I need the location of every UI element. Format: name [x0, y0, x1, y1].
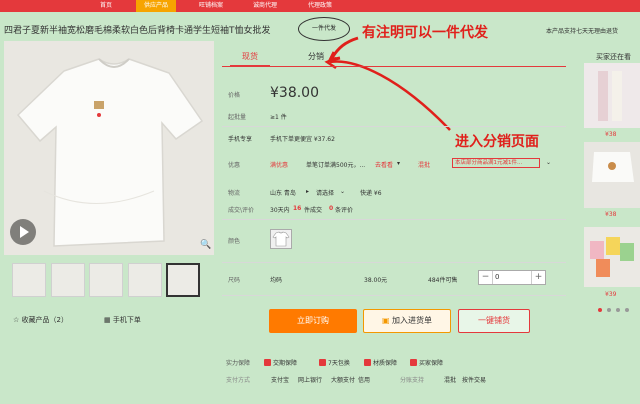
price-label: 价格	[228, 92, 241, 99]
color-label: 颜色	[228, 238, 241, 245]
shirt-image	[584, 142, 640, 208]
shirt-image	[584, 227, 640, 287]
mobile-order-label: 手机下单	[112, 316, 141, 324]
guarantee-text: 交期保障	[273, 360, 298, 367]
color-option-white[interactable]	[270, 229, 292, 249]
deals-days: 30天内	[270, 207, 290, 214]
recommend-title: 买家还在看	[596, 53, 631, 61]
promo-tag: 满优惠	[270, 162, 289, 169]
buy-now-button[interactable]: 立即订购	[269, 309, 357, 333]
favorite-button[interactable]: ☆ 收藏产品（2）	[13, 315, 68, 325]
carousel-dot[interactable]	[616, 308, 620, 312]
mobile-exclusive-text: 手机下单更便宜 ¥37.62	[270, 136, 335, 143]
price-value: ¥38.00	[270, 85, 319, 101]
guarantee-text: 材质保障	[373, 360, 398, 367]
recommend-item-3[interactable]	[584, 227, 640, 287]
logistics-label: 物流	[228, 190, 241, 197]
moq-value: ≥1 件	[270, 114, 287, 121]
divider	[222, 219, 566, 220]
mix-batch-tag: 混批	[418, 162, 431, 169]
add-to-cart-button[interactable]: ▣ 加入进货单	[363, 309, 451, 333]
badge-icon	[319, 359, 326, 366]
pay-alipay: 支付宝	[271, 377, 290, 384]
mobile-exclusive-label: 手机专享	[228, 136, 253, 143]
logistics-destination-select[interactable]: 请选择	[316, 188, 334, 197]
guarantee-text: 买家保障	[419, 360, 444, 367]
deals-unit: 件成交	[304, 207, 323, 214]
guarantee-material[interactable]: 材质保障	[364, 358, 397, 367]
carousel-dot[interactable]	[625, 308, 629, 312]
badge-icon	[364, 359, 371, 366]
cart-icon: ▣	[381, 316, 393, 325]
divider	[222, 126, 566, 127]
payment-label: 支付方式	[226, 377, 251, 384]
size-name: 均码	[270, 277, 283, 284]
logistics-from: 山东 青岛	[270, 190, 296, 197]
chevron-down-icon: ▾	[397, 160, 401, 167]
zoom-icon[interactable]: 🔍	[200, 240, 211, 250]
promo-more-link[interactable]: 去看看	[375, 160, 393, 169]
thumbnail-4[interactable]	[128, 263, 162, 297]
recommend-price-3: ¥39	[605, 291, 617, 298]
size-stock: 484件可售	[428, 277, 458, 284]
tshirt-swatch-icon	[272, 231, 290, 247]
reviews-unit: 条评价	[335, 207, 354, 214]
carousel-dot[interactable]	[598, 308, 602, 312]
video-play-button[interactable]	[10, 219, 36, 245]
guarantee-label: 实力保障	[226, 360, 251, 367]
favorite-label: 收藏产品（2）	[21, 316, 68, 324]
mix-batch: 混批	[444, 377, 457, 384]
thumbnail-5[interactable]	[166, 263, 200, 297]
reviews-count[interactable]: 0	[329, 205, 333, 212]
mobile-order-button[interactable]: ▦ 手机下单	[104, 315, 141, 325]
recommend-price-1: ¥38	[605, 131, 617, 138]
promo-desc: 单笔订单满500元，...	[306, 162, 366, 169]
deals-count: 16	[293, 205, 302, 212]
qr-icon: ▦	[104, 316, 113, 324]
tab-bar: 现货 分销	[222, 47, 566, 67]
recommend-item-2[interactable]	[584, 142, 640, 208]
pay-credit: 信用	[358, 377, 371, 384]
thumbnail-3[interactable]	[89, 263, 123, 297]
logistics-express: 快递 ¥6	[360, 190, 382, 197]
increase-button[interactable]: +	[531, 271, 545, 284]
moq-label: 起批量	[228, 114, 247, 121]
size-price: 38.00元	[364, 277, 388, 284]
add-to-cart-label: 加入进货单	[392, 316, 433, 325]
thumbnail-2[interactable]	[51, 263, 85, 297]
badge-icon	[264, 359, 271, 366]
guarantee-text: 7天包换	[328, 360, 350, 367]
guarantee-buyer[interactable]: 买家保障	[410, 358, 443, 367]
shirt-image	[584, 63, 640, 128]
pay-bank: 网上银行	[298, 377, 323, 384]
decrease-button[interactable]: −	[479, 271, 493, 284]
guarantee-exchange[interactable]: 7天包换	[319, 358, 350, 367]
tab-spot[interactable]: 现货	[230, 51, 270, 67]
quantity-stepper: − 0 +	[478, 270, 546, 285]
batch-by-piece: 按件交易	[462, 377, 487, 384]
recommend-item-1[interactable]	[584, 63, 640, 128]
quantity-input[interactable]: 0	[495, 273, 499, 281]
carousel-dot[interactable]	[607, 308, 611, 312]
star-icon: ☆	[13, 316, 22, 324]
arrow-right-icon: ▸	[306, 188, 310, 195]
divider	[222, 262, 566, 263]
coupon-box[interactable]: 本店部分商品满1元减1件...	[452, 158, 540, 168]
guarantee-delivery[interactable]: 交期保障	[264, 358, 297, 367]
product-main-image[interactable]	[4, 41, 214, 255]
tab-distribution[interactable]: 分销	[308, 51, 324, 62]
one-click-distribute-button[interactable]: 一键铺货	[458, 309, 530, 333]
size-label: 尺码	[228, 277, 241, 284]
pay-large: 大额支付	[331, 377, 356, 384]
deals-label: 成交\评价	[228, 207, 255, 214]
promo-label: 优惠	[228, 162, 241, 169]
divider	[222, 295, 566, 296]
badge-icon	[410, 359, 417, 366]
tshirt-image	[4, 41, 214, 255]
recommend-price-2: ¥38	[605, 211, 617, 218]
pay-split: 分账支持	[400, 377, 425, 384]
thumbnail-1[interactable]	[12, 263, 46, 297]
destination-chevron-icon[interactable]: ⌄	[340, 188, 345, 195]
coupon-chevron-icon[interactable]: ⌄	[546, 159, 551, 166]
